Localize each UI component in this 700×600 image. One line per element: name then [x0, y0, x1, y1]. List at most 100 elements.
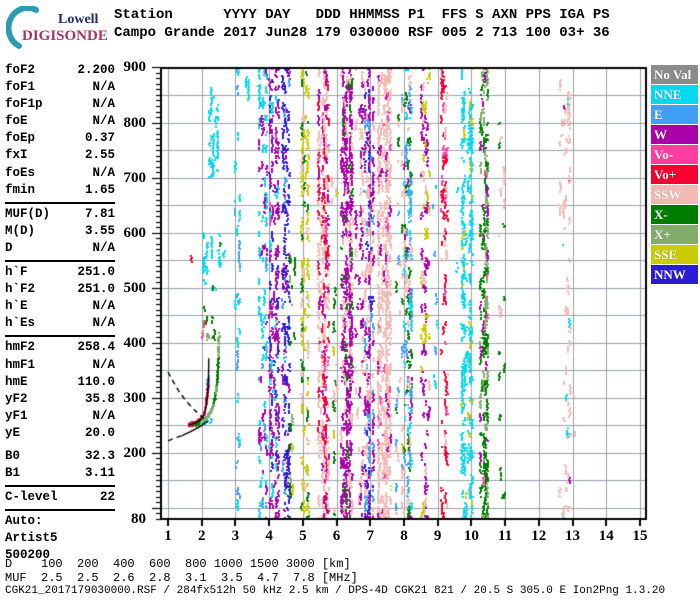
- y-axis-label: 900: [123, 59, 147, 76]
- parameter-row: foF2 2.200: [5, 62, 115, 79]
- station-header: Station YYYY DAY DDD HHMMSS P1 FFS S AXN…: [114, 6, 610, 42]
- parameter-value: N/A: [92, 240, 115, 255]
- parameter-label: fxI: [5, 148, 28, 163]
- parameter-row: foE N/A: [5, 113, 115, 130]
- parameter-value: 2.55: [84, 148, 115, 163]
- x-axis-label: 12: [531, 528, 547, 544]
- parameter-value: N/A: [92, 165, 115, 180]
- legend-item-sse: SSE: [651, 245, 698, 264]
- y-axis-label: 400: [123, 334, 147, 351]
- y-axis-label: 800: [123, 114, 147, 131]
- parameter-row: hmF1 N/A: [5, 357, 115, 374]
- x-axis-label: 15: [632, 528, 648, 544]
- panel-divider: [5, 485, 115, 488]
- parameter-row: yF1 N/A: [5, 408, 115, 425]
- x-axis-label: 11: [498, 528, 513, 544]
- parameter-row: h`E N/A: [5, 298, 115, 315]
- legend-item-vo: Vo-: [651, 145, 698, 164]
- panel-divider: [5, 509, 115, 512]
- legend-item-e: E: [651, 105, 698, 124]
- y-axis-label: 300: [123, 389, 147, 406]
- parameter-value: 22: [99, 490, 115, 505]
- parameter-label: Auto:: [5, 514, 43, 529]
- parameter-row: C-level 22: [5, 489, 115, 506]
- x-axis-label: 3: [231, 528, 240, 544]
- parameter-value: N/A: [92, 316, 115, 331]
- parameter-panel: foF2 2.200 foF1 N/A foF1p N/A foE N/A foEp 0.37 fx…: [5, 62, 115, 565]
- x-axis-label: 7: [366, 528, 375, 544]
- muf-distance-table: D 100 200 400 600 800 1000 1500 3000 [km…: [5, 557, 358, 585]
- parameter-value: N/A: [92, 299, 115, 314]
- parameter-row: hmE 110.0: [5, 374, 115, 391]
- legend-item-ssw: SSW: [651, 185, 698, 204]
- parameter-value: 251.0: [77, 265, 115, 280]
- parameter-value: 0.37: [84, 131, 115, 146]
- parameter-label: foE: [5, 114, 28, 129]
- parameter-value: N/A: [92, 408, 115, 423]
- parameter-label: foF1: [5, 80, 36, 95]
- parameter-row: h`F2 251.0: [5, 281, 115, 298]
- parameter-label: h`E: [5, 299, 28, 314]
- status-line: CGK21_2017179030000.RSF / 284fx512h 50 k…: [5, 585, 666, 597]
- logo-text-digisonde: DIGISONDE: [22, 28, 108, 44]
- parameter-label: hmF2: [5, 340, 36, 355]
- parameter-label: h`F2: [5, 282, 36, 297]
- x-axis-label: 2: [197, 528, 206, 544]
- parameter-value: 7.81: [84, 206, 115, 221]
- y-axis-label: 500: [123, 279, 147, 296]
- parameter-row: foF1p N/A: [5, 96, 115, 113]
- parameter-row: foEp 0.37: [5, 130, 115, 147]
- legend-item-x: X+: [651, 225, 698, 244]
- y-axis-label: 80: [131, 511, 146, 527]
- legend-item-x: X-: [651, 205, 698, 224]
- parameter-label: yF1: [5, 408, 28, 423]
- x-axis-label: 14: [598, 528, 614, 544]
- parameter-label: h`F: [5, 265, 28, 280]
- parameter-label: B0: [5, 448, 21, 463]
- parameter-label: M(D): [5, 223, 36, 238]
- parameter-row: h`Es N/A: [5, 315, 115, 332]
- parameter-label: foF1p: [5, 97, 43, 112]
- header-columns-line: Station YYYY DAY DDD HHMMSS P1 FFS S AXN…: [114, 7, 610, 23]
- parameter-value: 110.0: [77, 374, 115, 389]
- parameter-value: 1.65: [84, 182, 115, 197]
- panel-divider: [5, 335, 115, 338]
- legend-item-vo: Vo+: [651, 165, 698, 184]
- legend-item-nne: NNE: [651, 85, 698, 104]
- echo-direction-legend: No Val NNE E W Vo- Vo+ SSW X- X+ SSE NNW: [651, 65, 698, 285]
- parameter-row: M(D) 3.55: [5, 223, 115, 240]
- parameter-row: hmF2 258.4: [5, 339, 115, 356]
- parameter-value: N/A: [92, 97, 115, 112]
- parameter-label: fmin: [5, 182, 36, 197]
- header-values-line: Campo Grande 2017 Jun28 179 030000 RSF 0…: [114, 25, 610, 41]
- parameter-value: 35.8: [84, 391, 115, 406]
- x-axis-label: 13: [565, 528, 581, 544]
- parameter-value: 32.3: [84, 448, 115, 463]
- parameter-label: foF2: [5, 63, 36, 77]
- parameter-row: Auto:: [5, 513, 115, 530]
- y-axis-label: 700: [123, 169, 147, 186]
- parameter-value: 3.11: [84, 466, 115, 481]
- y-axis-label: 600: [123, 224, 147, 241]
- legend-item-noval: No Val: [651, 65, 698, 84]
- parameter-label: C-level: [5, 490, 58, 505]
- parameter-label: MUF(D): [5, 206, 51, 221]
- parameter-value: 258.4: [77, 340, 115, 355]
- parameter-label: h`Es: [5, 316, 36, 331]
- parameter-row: h`F 251.0: [5, 264, 115, 281]
- ionogram-plot: [150, 60, 655, 540]
- parameter-value: 3.55: [84, 223, 115, 238]
- parameter-label: foEp: [5, 131, 36, 146]
- x-axis-label: 6: [332, 528, 341, 544]
- parameter-label: foEs: [5, 165, 36, 180]
- parameter-row: MUF(D) 7.81: [5, 206, 115, 223]
- parameter-label: Artist5: [5, 531, 58, 546]
- parameter-row: D N/A: [5, 240, 115, 257]
- x-axis-label: 1: [164, 528, 172, 544]
- parameter-label: B1: [5, 466, 21, 481]
- parameter-label: yF2: [5, 391, 28, 406]
- lowell-digisonde-logo: Lowell DIGISONDE: [6, 6, 112, 50]
- parameter-value: 251.0: [77, 282, 115, 297]
- parameter-row: B0 32.3: [5, 448, 115, 465]
- x-axis-label: 4: [265, 528, 273, 544]
